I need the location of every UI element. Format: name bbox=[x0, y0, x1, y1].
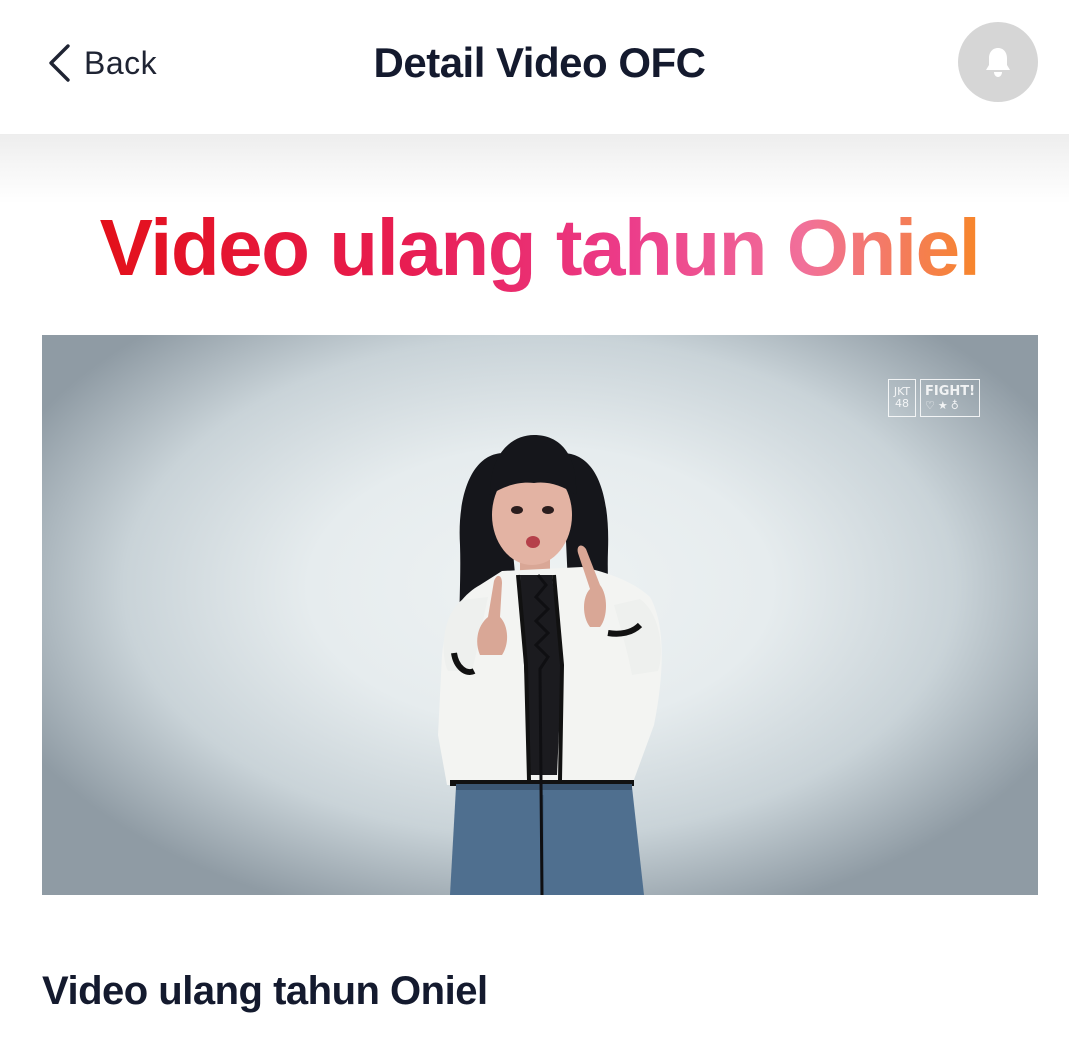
notification-button[interactable] bbox=[958, 22, 1038, 102]
bell-icon bbox=[986, 48, 1010, 77]
watermark-badge-text: FIGHT! bbox=[925, 383, 976, 399]
watermark-badge: FIGHT! ♡★♁ bbox=[920, 379, 981, 417]
watermark-badge-icons: ♡★♁ bbox=[925, 398, 962, 412]
video-player[interactable]: JKT 48 FIGHT! ♡★♁ bbox=[42, 335, 1038, 895]
page-title: Detail Video OFC bbox=[373, 39, 706, 86]
hero-title-text: Video ulang tahun Oniel bbox=[99, 203, 981, 292]
video-thumbnail bbox=[438, 435, 662, 895]
header-shadow bbox=[0, 134, 1069, 204]
video-title: Video ulang tahun Oniel bbox=[42, 969, 488, 1013]
top-header: Back Detail Video OFC bbox=[0, 0, 1069, 134]
video-watermark: JKT 48 FIGHT! ♡★♁ bbox=[888, 379, 981, 417]
app-root: Back Detail Video OFC Video ulang tahun … bbox=[0, 0, 1069, 1052]
watermark-logo: JKT 48 bbox=[888, 379, 916, 417]
watermark-brand-line2: 48 bbox=[895, 397, 909, 410]
hero-title: Video ulang tahun Oniel bbox=[0, 200, 1069, 296]
